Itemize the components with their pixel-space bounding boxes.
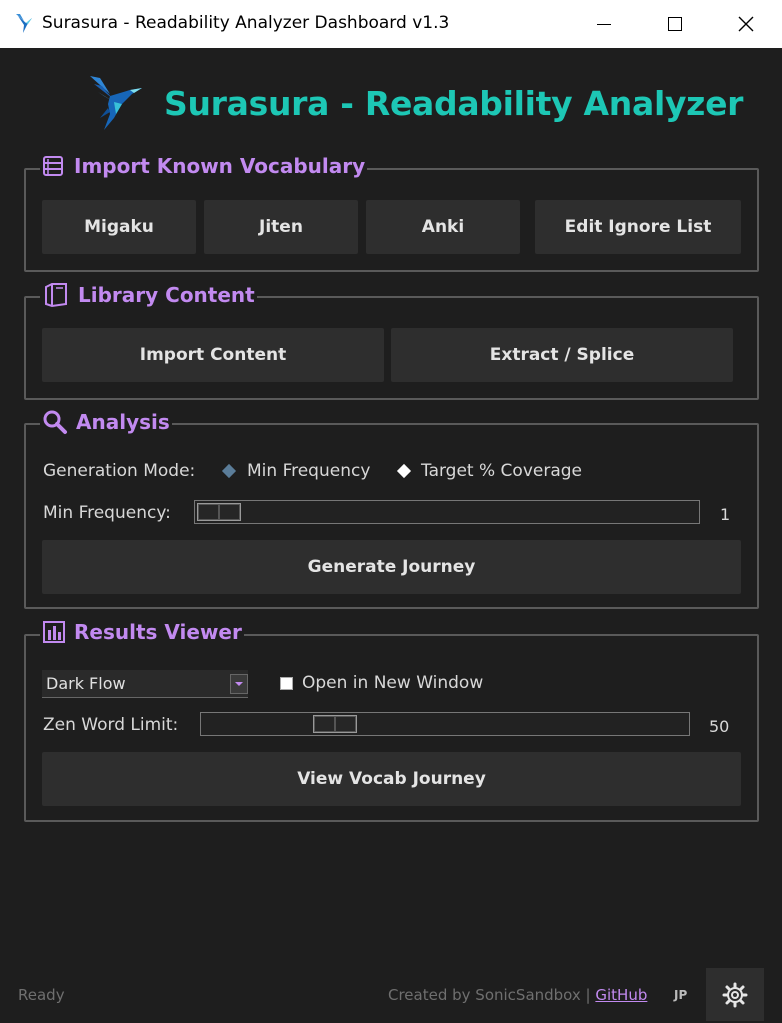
- generation-mode-label: Generation Mode:: [43, 461, 196, 481]
- language-toggle[interactable]: JP: [674, 988, 687, 1002]
- minimize-icon: [597, 23, 611, 25]
- library-group: Library Content Import Content Extract /…: [24, 282, 759, 400]
- book-stack-icon: [43, 156, 63, 176]
- min-frequency-label: Min Frequency:: [43, 503, 171, 523]
- zen-word-limit-value: 50: [709, 717, 730, 736]
- analysis-legend: Analysis: [40, 409, 172, 435]
- analysis-legend-label: Analysis: [76, 410, 170, 434]
- view-vocab-journey-button[interactable]: View Vocab Journey: [42, 752, 741, 806]
- zen-word-limit-slider-thumb[interactable]: [313, 715, 357, 733]
- theme-select-value: Dark Flow: [46, 674, 126, 693]
- minimize-button[interactable]: [569, 0, 639, 48]
- close-button[interactable]: [711, 0, 781, 48]
- analysis-group: Analysis Generation Mode: Min Frequency …: [24, 409, 759, 609]
- hummingbird-logo-icon: [90, 76, 142, 130]
- library-legend: Library Content: [40, 282, 257, 308]
- target-coverage-option-label[interactable]: Target % Coverage: [421, 461, 582, 481]
- credit-text: Created by SonicSandbox | GitHub: [388, 986, 647, 1004]
- zen-word-limit-slider[interactable]: [200, 712, 690, 736]
- close-icon: [738, 16, 754, 32]
- open-new-window-label[interactable]: Open in New Window: [302, 673, 483, 693]
- extract-splice-button[interactable]: Extract / Splice: [391, 328, 733, 382]
- settings-button[interactable]: [706, 968, 764, 1021]
- migaku-button[interactable]: Migaku: [42, 200, 196, 254]
- credit-prefix: Created by SonicSandbox |: [388, 986, 596, 1004]
- vocab-legend: Import Known Vocabulary: [40, 154, 368, 178]
- status-text: Ready: [18, 986, 65, 1004]
- anki-button[interactable]: Anki: [366, 200, 520, 254]
- target-coverage-radio[interactable]: [396, 463, 412, 479]
- magnifier-icon: [43, 410, 67, 434]
- title-bar: Surasura - Readability Analyzer Dashboar…: [0, 0, 782, 48]
- min-frequency-value: 1: [720, 505, 731, 524]
- app-title: Surasura - Readability Analyzer: [164, 84, 744, 123]
- min-frequency-radio[interactable]: [221, 463, 237, 479]
- maximize-icon: [668, 17, 682, 31]
- book-icon: [45, 283, 67, 308]
- app-window: Surasura - Readability Analyzer Import K…: [2, 48, 780, 1021]
- generate-journey-button[interactable]: Generate Journey: [42, 540, 741, 594]
- gear-icon: [722, 982, 748, 1007]
- library-legend-label: Library Content: [78, 283, 255, 307]
- theme-select[interactable]: Dark Flow: [42, 670, 248, 698]
- vocab-group: Import Known Vocabulary Migaku Jiten Ank…: [24, 154, 759, 272]
- jiten-button[interactable]: Jiten: [204, 200, 358, 254]
- results-legend: Results Viewer: [40, 620, 244, 644]
- min-frequency-slider-thumb[interactable]: [197, 503, 241, 521]
- app-icon: [16, 14, 32, 33]
- min-frequency-slider[interactable]: [194, 500, 700, 524]
- edit-ignore-list-button[interactable]: Edit Ignore List: [535, 200, 741, 254]
- zen-word-limit-label: Zen Word Limit:: [43, 715, 179, 735]
- chevron-down-icon[interactable]: [230, 674, 248, 694]
- results-legend-label: Results Viewer: [74, 620, 242, 644]
- min-frequency-option-label[interactable]: Min Frequency: [247, 461, 370, 481]
- results-group: Results Viewer Dark Flow Open in New Win…: [24, 620, 759, 822]
- open-new-window-checkbox[interactable]: [280, 677, 293, 690]
- import-content-button[interactable]: Import Content: [42, 328, 384, 382]
- vocab-legend-label: Import Known Vocabulary: [74, 154, 366, 178]
- bar-chart-icon: [43, 621, 65, 643]
- maximize-button[interactable]: [640, 0, 710, 48]
- window-title: Surasura - Readability Analyzer Dashboar…: [42, 13, 450, 33]
- github-link[interactable]: GitHub: [595, 986, 647, 1004]
